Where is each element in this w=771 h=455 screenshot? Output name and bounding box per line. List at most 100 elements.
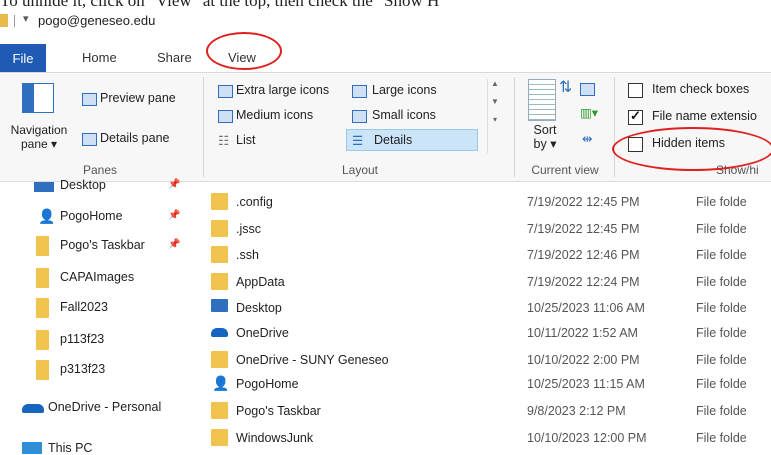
panes-group-label: Panes: [82, 163, 118, 177]
list-icon: ☷: [218, 134, 230, 148]
file-row-type: File folde: [696, 301, 747, 315]
sort-by-button[interactable]: Sort by ▾: [528, 123, 562, 151]
file-row-date: 7/19/2022 12:45 PM: [527, 195, 640, 209]
file-row-type: File folde: [696, 222, 747, 236]
nav-item-pogos-taskbar[interactable]: Pogo's Taskbar: [60, 238, 145, 252]
nav-item-desktop[interactable]: Desktop: [60, 178, 106, 192]
folder-icon: [211, 429, 228, 446]
folder-icon: [211, 220, 228, 237]
file-name-extensions-checkbox[interactable]: [628, 108, 643, 125]
nav-item-onedrive-personal[interactable]: OneDrive - Personal: [48, 400, 161, 414]
title-bar: ▾ pogo@geneseo.edu: [0, 10, 771, 32]
layout-small-icons[interactable]: Small icons: [372, 108, 436, 122]
navigation-pane-button[interactable]: Navigation pane ▾: [2, 123, 76, 151]
user-icon: 👤: [212, 375, 230, 391]
nav-item-pogohome[interactable]: PogoHome: [60, 209, 123, 223]
layout-list[interactable]: List: [236, 133, 255, 147]
pin-icon[interactable]: 📌: [168, 210, 180, 221]
instruction-caption: To unhide it, click on "View" at the top…: [0, 0, 771, 9]
layout-extra-large-icons[interactable]: Extra large icons: [236, 83, 329, 97]
folder-icon: [211, 246, 228, 263]
window-title: pogo@geneseo.edu: [38, 13, 156, 28]
file-row-name[interactable]: .jssc: [236, 222, 261, 236]
layout-group-label: Layout: [341, 163, 379, 177]
user-icon: 👤: [38, 208, 56, 224]
file-row-name[interactable]: .config: [236, 195, 273, 209]
file-row-type: File folde: [696, 248, 747, 262]
file-row-date: 10/10/2022 2:00 PM: [527, 353, 640, 367]
folder-icon: [0, 14, 8, 27]
nav-item-fall2023[interactable]: Fall2023: [60, 300, 108, 314]
layout-large-icons[interactable]: Large icons: [372, 83, 437, 97]
file-row-type: File folde: [696, 404, 747, 418]
file-row-name[interactable]: WindowsJunk: [236, 431, 313, 445]
navigation-pane: Desktop 📌 👤 PogoHome 📌 Pogo's Taskbar 📌 …: [0, 178, 205, 455]
file-row-name[interactable]: AppData: [236, 275, 285, 289]
quick-access-dropdown-icon[interactable]: ▾: [23, 12, 29, 25]
file-row-name[interactable]: .ssh: [236, 248, 259, 262]
details-icon: ☰: [352, 134, 364, 148]
divider: [203, 77, 204, 177]
tab-home[interactable]: Home: [82, 50, 117, 65]
folder-icon: [36, 268, 49, 288]
file-row-date: 7/19/2022 12:46 PM: [527, 248, 640, 262]
divider: [14, 15, 15, 27]
file-row-type: File folde: [696, 353, 747, 367]
file-row-name[interactable]: OneDrive: [236, 326, 289, 340]
folder-icon: [211, 193, 228, 210]
pin-icon[interactable]: 📌: [168, 179, 180, 190]
nav-item-this-pc[interactable]: This PC: [48, 441, 92, 455]
large-icons-icon: [352, 85, 367, 98]
folder-icon: [36, 236, 49, 256]
item-check-boxes-checkbox[interactable]: [628, 83, 643, 98]
nav-item-p113f23[interactable]: p113f23: [60, 332, 104, 346]
preview-pane-icon: [82, 93, 97, 106]
layout-scroll-controls[interactable]: ▲ ▼ ▾: [487, 79, 502, 153]
file-row-type: File folde: [696, 431, 747, 445]
file-row-date: 7/19/2022 12:24 PM: [527, 275, 640, 289]
file-name-extensions-label: File name extensio: [652, 109, 757, 123]
cloud-icon: [22, 404, 44, 413]
file-row-date: 10/25/2023 11:15 AM: [527, 377, 645, 391]
layout-medium-icons[interactable]: Medium icons: [236, 108, 313, 122]
file-row-date: 9/8/2023 2:12 PM: [527, 404, 626, 418]
desktop-icon: [211, 299, 228, 312]
size-columns-icon[interactable]: ⇹: [582, 131, 592, 146]
small-icons-icon: [352, 110, 367, 123]
layout-details[interactable]: Details: [374, 133, 412, 147]
view-tab-annotation-circle: [206, 32, 282, 70]
details-pane-button[interactable]: Details pane: [100, 131, 170, 145]
file-row-name[interactable]: PogoHome: [236, 377, 299, 391]
item-check-boxes-label: Item check boxes: [652, 82, 750, 96]
file-row-date: 7/19/2022 12:45 PM: [527, 222, 640, 236]
file-row-type: File folde: [696, 275, 747, 289]
preview-pane-button[interactable]: Preview pane: [100, 91, 176, 105]
file-row-date: 10/25/2023 11:06 AM: [527, 301, 645, 315]
divider: [614, 77, 615, 177]
navigation-pane-icon[interactable]: [22, 83, 54, 113]
file-row-name[interactable]: Desktop: [236, 301, 282, 315]
desktop-icon: [34, 182, 54, 192]
hidden-items-annotation-circle: [612, 127, 771, 171]
add-columns-icon[interactable]: ▥▾: [580, 105, 598, 120]
folder-icon: [36, 360, 49, 380]
current-view-group-label: Current view: [531, 163, 599, 177]
file-row-date: 10/11/2022 1:52 AM: [527, 326, 638, 340]
ribbon-tabs: File Home Share View: [0, 44, 771, 73]
file-row-name[interactable]: Pogo's Taskbar: [236, 404, 321, 418]
nav-item-capaimages[interactable]: CAPAImages: [60, 270, 134, 284]
tab-share[interactable]: Share: [157, 50, 192, 65]
file-row-type: File folde: [696, 377, 747, 391]
nav-item-p313f23[interactable]: p313f23: [60, 362, 105, 376]
extra-large-icons-icon: [218, 85, 233, 98]
medium-icons-icon: [218, 110, 233, 123]
tab-file[interactable]: File: [0, 44, 46, 72]
folder-icon: [36, 298, 49, 318]
file-row-type: File folde: [696, 195, 747, 209]
sort-arrow-icon: ⇅: [559, 79, 573, 96]
pin-icon[interactable]: 📌: [168, 239, 180, 250]
folder-icon: [36, 330, 49, 350]
file-row-name[interactable]: OneDrive - SUNY Geneseo: [236, 353, 389, 367]
group-by-icon[interactable]: [580, 83, 595, 96]
folder-icon: [211, 351, 228, 368]
